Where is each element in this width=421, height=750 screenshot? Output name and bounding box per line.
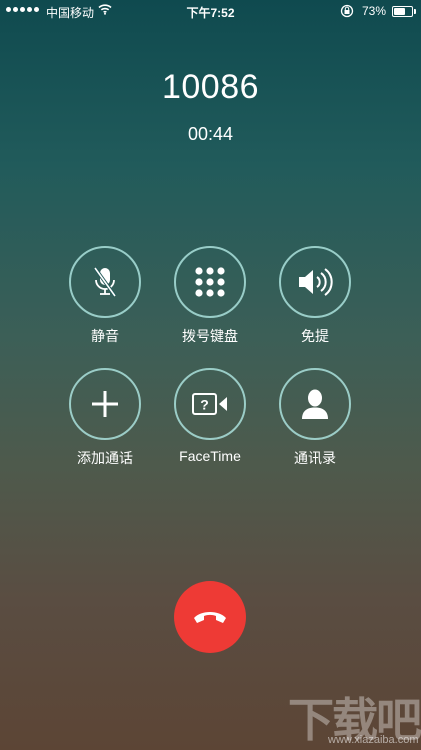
speaker-button[interactable]: 免提 (260, 246, 370, 346)
microphone-muted-icon (93, 266, 117, 298)
add-call-label: 添加通话 (77, 450, 133, 466)
facetime-circle[interactable]: ? (174, 368, 246, 440)
mute-label: 静音 (91, 328, 119, 344)
mute-circle[interactable] (69, 246, 141, 318)
speaker-circle[interactable] (279, 246, 351, 318)
add-call-circle[interactable] (69, 368, 141, 440)
keypad-button[interactable]: 拨号键盘 (155, 246, 265, 346)
battery-percentage: 73% (362, 4, 387, 18)
facetime-label: FaceTime (179, 448, 241, 464)
speaker-icon (299, 268, 333, 296)
status-bar: 中国移动 下午7:52 73% (0, 0, 421, 22)
status-time: 下午7:52 (186, 6, 235, 20)
person-icon (302, 389, 328, 419)
contacts-button[interactable]: 通讯录 (260, 368, 370, 468)
mute-button[interactable]: 静音 (50, 246, 160, 346)
call-duration: 00:44 (187, 124, 234, 144)
contacts-label: 通讯录 (294, 450, 336, 466)
keypad-icon (195, 267, 225, 297)
hang-up-icon (194, 612, 226, 623)
battery-icon (392, 6, 416, 17)
plus-icon (92, 391, 118, 417)
speaker-label: 免提 (301, 328, 329, 344)
facetime-unavailable-icon: ? (192, 393, 227, 415)
svg-text:?: ? (200, 397, 209, 413)
end-call-button[interactable] (174, 581, 246, 653)
rotation-lock-icon (340, 4, 354, 21)
keypad-label: 拨号键盘 (182, 328, 238, 344)
keypad-circle[interactable] (174, 246, 246, 318)
contacts-circle[interactable] (279, 368, 351, 440)
watermark-url: www.xiazaiba.com (328, 734, 419, 746)
facetime-button[interactable]: ? FaceTime (155, 368, 265, 464)
add-call-button[interactable]: 添加通话 (50, 368, 160, 468)
caller-number: 10086 (161, 68, 260, 106)
